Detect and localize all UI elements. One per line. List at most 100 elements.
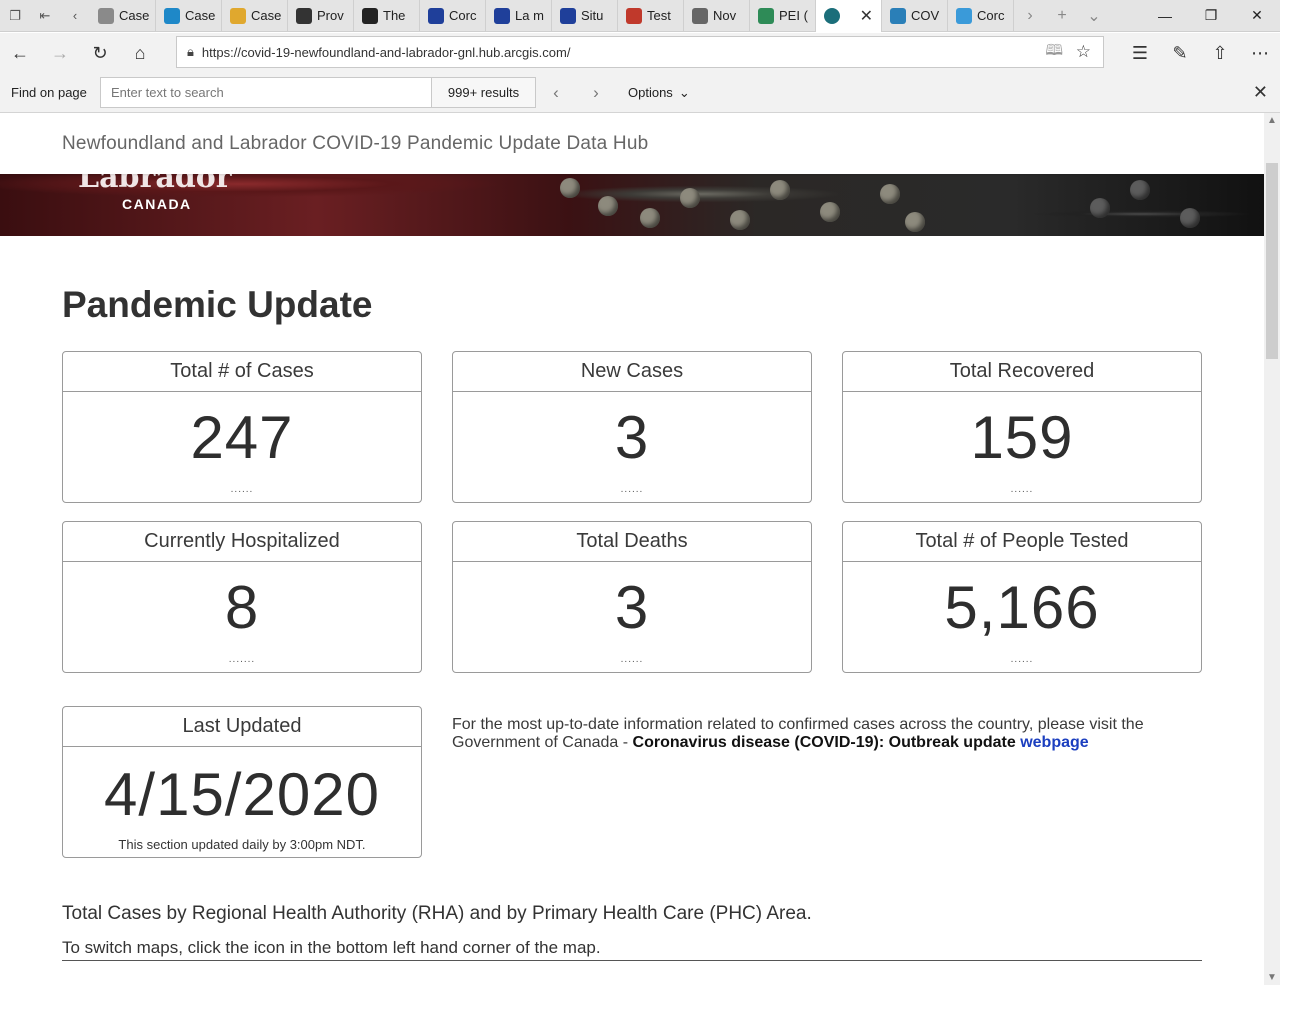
last-updated-value: 4/15/2020: [104, 761, 380, 828]
set-aside-tabs-icon[interactable]: ⇤: [30, 0, 60, 32]
stat-menu-dots[interactable]: .......: [63, 654, 421, 665]
virus-spike: [1130, 180, 1150, 200]
favorites-hub-icon[interactable]: ☰: [1120, 33, 1160, 73]
browser-tab[interactable]: Nov: [684, 0, 750, 32]
envelope-icon: [692, 7, 708, 24]
stat-value: 159: [970, 404, 1074, 471]
tab-label: Prov: [317, 8, 344, 23]
find-options-button[interactable]: Options ⌄: [628, 85, 690, 101]
chevron-down-icon: ⌄: [678, 84, 690, 100]
close-find-icon[interactable]: ✕: [1253, 82, 1268, 103]
close-window-icon[interactable]: ✕: [1234, 0, 1280, 32]
virus-spike: [1090, 198, 1110, 218]
virus-spike: [1180, 208, 1200, 228]
virus-spike: [640, 208, 660, 228]
browser-tab[interactable]: Corc: [420, 0, 486, 32]
last-updated-card: Last Updated 4/15/2020 This section upda…: [62, 706, 422, 858]
find-input[interactable]: Enter text to search: [100, 77, 432, 108]
favorite-star-icon[interactable]: ☆: [1076, 42, 1091, 62]
browser-tab[interactable]: Case: [156, 0, 222, 32]
scroll-tabs-left-icon[interactable]: ‹: [60, 0, 90, 32]
fleur-de-lis-icon: [494, 7, 510, 24]
refresh-icon[interactable]: ↻: [80, 33, 120, 73]
find-previous-icon[interactable]: ‹: [536, 83, 576, 103]
scrollbar-thumb[interactable]: [1266, 163, 1278, 359]
page-scrollbar[interactable]: ▲ ▼: [1264, 113, 1280, 985]
browser-tab[interactable]: COV: [882, 0, 948, 32]
back-icon[interactable]: ←: [0, 33, 40, 73]
browser-tab[interactable]: Corc: [948, 0, 1014, 32]
stat-menu-dots[interactable]: ......: [843, 484, 1201, 495]
virus-spike: [680, 188, 700, 208]
new-tab-icon[interactable]: +: [1046, 0, 1078, 32]
browser-tab[interactable]: La m: [486, 0, 552, 32]
info-paragraph: For the most up-to-date information rela…: [452, 716, 1212, 752]
hero-banner: Labrador CANADA: [0, 174, 1264, 236]
stat-value: 3: [614, 404, 650, 471]
document-icon: [98, 7, 114, 24]
active-browser-tab[interactable]: ✕: [816, 0, 882, 32]
navigation-bar: ← → ↻ ⌂ 🔒︎ https://covid-19-newfoundland…: [0, 33, 1280, 73]
scroll-up-icon[interactable]: ▲: [1264, 115, 1280, 126]
browser-tab[interactable]: Prov: [288, 0, 354, 32]
share-icon[interactable]: ⇧: [1200, 33, 1240, 73]
tab-preview-icon[interactable]: ⌄: [1078, 0, 1110, 32]
stat-card-new-cases: New Cases 3 ......: [452, 351, 812, 503]
reading-view-icon[interactable]: 🕮︎: [1045, 40, 1063, 65]
virus-spike: [770, 180, 790, 200]
lock-icon: 🔒︎: [187, 44, 194, 59]
browser-tab[interactable]: Case: [222, 0, 288, 32]
virus-spike: [820, 202, 840, 222]
tab-set-aside-icon[interactable]: ❐: [0, 0, 30, 32]
webpage-link[interactable]: webpage: [1020, 734, 1088, 751]
wave-icon: [890, 7, 906, 24]
stat-menu-dots[interactable]: ......: [843, 654, 1201, 665]
last-updated-note: This section updated daily by 3:00pm NDT…: [118, 837, 366, 852]
web-page: Newfoundland and Labrador COVID-19 Pande…: [0, 114, 1264, 985]
find-results-count: 999+ results: [432, 77, 536, 108]
chart-icon: [164, 7, 180, 24]
tab-label: Case: [185, 8, 216, 23]
browser-tab[interactable]: Case: [90, 0, 156, 32]
web-note-icon[interactable]: ✎: [1160, 33, 1200, 73]
restore-icon[interactable]: ❐: [1188, 0, 1234, 32]
tab-label: The: [383, 8, 406, 23]
tab-list: Case Case Case Prov The Corc La m Situ Test Nov PE…: [90, 0, 1014, 32]
stat-title: Total # of Cases: [63, 352, 421, 392]
stat-card-total-cases: Total # of Cases 247 ......: [62, 351, 422, 503]
stat-title: Total Deaths: [453, 522, 811, 562]
info-bold-text: Coronavirus disease (COVID-19): Outbreak…: [632, 734, 1016, 751]
last-updated-title: Last Updated: [63, 707, 421, 747]
stat-menu-dots[interactable]: ......: [453, 484, 811, 495]
browser-tab[interactable]: PEI (: [750, 0, 816, 32]
stat-value: 247: [190, 404, 294, 471]
site-title[interactable]: Newfoundland and Labrador COVID-19 Pande…: [62, 133, 648, 155]
tab-strip: ❐ ⇤ ‹ Case Case Case Prov The Corc La m Situ Tes…: [0, 0, 1280, 32]
url-text: https://covid-19-newfoundland-and-labrad…: [201, 44, 571, 60]
close-tab-icon[interactable]: ✕: [860, 6, 873, 26]
more-menu-icon[interactable]: ⋯: [1240, 33, 1280, 73]
stat-menu-dots[interactable]: ......: [453, 654, 811, 665]
tab-label: Case: [119, 8, 150, 23]
stat-value: 3: [614, 574, 650, 641]
flag-icon: [230, 7, 246, 24]
find-next-icon[interactable]: ›: [576, 83, 616, 103]
tab-label: Situ: [581, 8, 604, 23]
browser-tab[interactable]: Situ: [552, 0, 618, 32]
tab-label: COV: [911, 8, 940, 23]
virus-spike: [598, 196, 618, 216]
virus-spike: [730, 210, 750, 230]
browser-tab[interactable]: The: [354, 0, 420, 32]
address-bar[interactable]: 🔒︎ https://covid-19-newfoundland-and-lab…: [176, 36, 1104, 68]
scroll-down-icon[interactable]: ▼: [1264, 972, 1280, 983]
forward-icon[interactable]: →: [40, 33, 80, 73]
fleur-de-lis-icon: [560, 7, 576, 24]
tab-label: Case: [251, 8, 282, 23]
stat-value: 5,166: [944, 574, 1100, 641]
home-icon[interactable]: ⌂: [120, 33, 160, 73]
virus-spike: [880, 184, 900, 204]
stat-menu-dots[interactable]: ......: [63, 484, 421, 495]
browser-tab[interactable]: Test: [618, 0, 684, 32]
minimize-icon[interactable]: —: [1142, 0, 1188, 32]
scroll-tabs-right-icon[interactable]: ›: [1014, 0, 1046, 32]
